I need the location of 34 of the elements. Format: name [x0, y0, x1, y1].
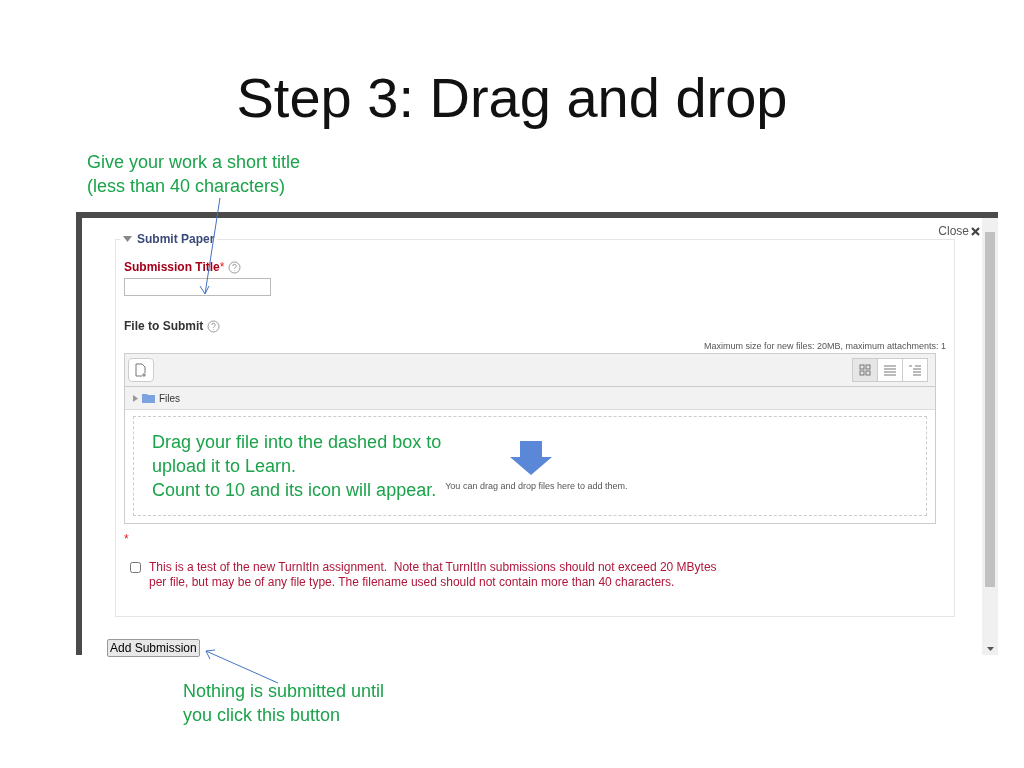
view-button[interactable] — [852, 358, 878, 382]
add-file-icon — [135, 363, 147, 377]
field-label: File to Submit — [124, 319, 204, 333]
drop-zone[interactable]: Drag your file into the dashed box to upload it to Learn. Count to 10 and its icon will appear. You can drag and drop files here to add them. — [133, 416, 927, 516]
list-icon — [884, 364, 896, 376]
view-button[interactable] — [877, 358, 903, 382]
required-mark: * — [124, 532, 130, 546]
scrollbar[interactable] — [982, 218, 998, 655]
folder-icon — [142, 393, 155, 403]
add-file-button[interactable] — [128, 358, 154, 382]
scroll-down-icon — [986, 647, 994, 651]
help-icon[interactable] — [207, 319, 221, 333]
slide-title: Step 3: Drag and drop — [235, 66, 789, 130]
callout-text: Nothing is submitted until you click this button — [183, 680, 386, 727]
agreement-text: This is a test of the new TurnItIn assignment. Note that TurnItIn submissions should not exceed 20 MBytes per file, but may be of any file type. The filename used should not contain more than 40 characters. — [149, 560, 717, 590]
size-note: Maximum size for new files: 20MB, maximum attachments: 1 — [703, 341, 946, 351]
folder-name[interactable]: Files — [159, 392, 181, 404]
callout-text: Give your work a short title (less than 40 characters) — [87, 151, 302, 198]
close-link[interactable]: Close — [938, 224, 980, 238]
field-label: Submission Title* — [124, 260, 225, 274]
agreement-checkbox[interactable] — [130, 562, 141, 573]
view-button[interactable] — [902, 358, 928, 382]
add-submission-button[interactable]: Add Submission — [107, 639, 200, 657]
collapse-triangle-icon — [123, 236, 132, 242]
help-icon[interactable] — [228, 260, 242, 274]
section-legend[interactable]: Submit Paper — [120, 232, 218, 246]
tree-list-icon — [909, 364, 921, 376]
down-arrow-icon — [510, 441, 552, 475]
callout-text: Drag your file into the dashed box to upload it to Learn. Count to 10 and its icon will appear. — [152, 431, 442, 502]
grid-icon — [859, 364, 871, 376]
close-icon — [971, 226, 980, 236]
drop-hint: You can drag and drop files here to add them. — [445, 481, 628, 491]
title-input[interactable] — [124, 278, 271, 296]
expand-triangle-icon — [133, 394, 138, 402]
